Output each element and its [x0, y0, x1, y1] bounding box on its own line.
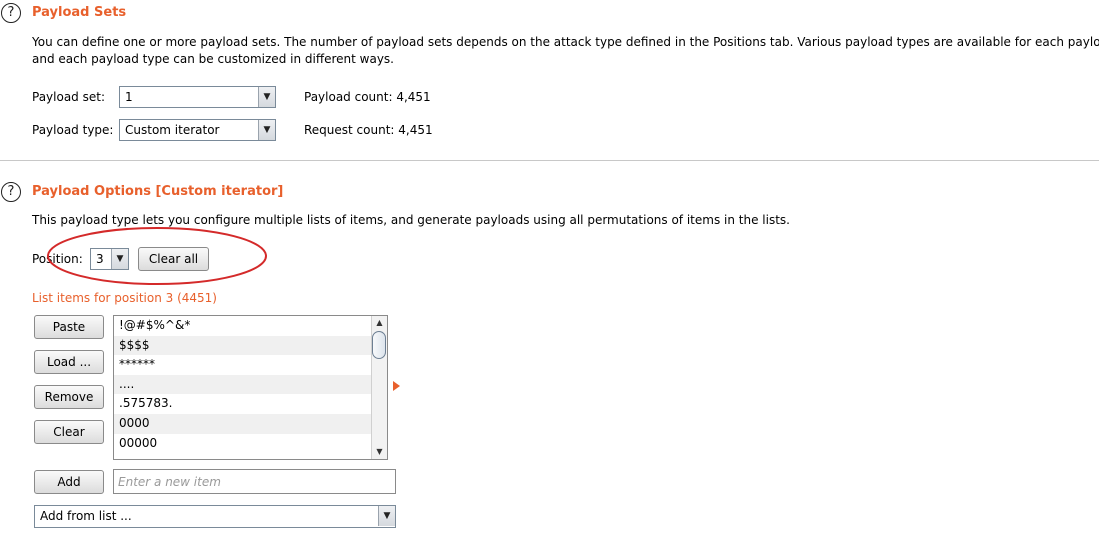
chevron-down-icon[interactable]: ▼	[378, 506, 395, 526]
payload-sets-description-line1: You can define one or more payload sets.…	[32, 35, 1099, 49]
payload-sets-description-line2: and each payload type can be customized …	[32, 52, 394, 66]
payload-type-value: Custom iterator	[125, 123, 220, 137]
payload-set-value: 1	[125, 90, 133, 104]
payload-count: Payload count: 4,451	[304, 90, 431, 104]
list-scrollbar[interactable]: ▲ ▼	[371, 316, 387, 459]
load-button[interactable]: Load ...	[34, 350, 104, 374]
intruder-payloads-panel: ? Payload Sets You can define one or mor…	[0, 0, 1099, 539]
scroll-up-icon[interactable]: ▲	[372, 316, 387, 330]
payload-set-select[interactable]: 1 ▼	[119, 86, 276, 108]
add-from-list-select[interactable]: Add from list ... ▼	[34, 505, 396, 528]
paste-button[interactable]: Paste	[34, 315, 104, 339]
list-items-label: List items for position 3 (4451)	[32, 291, 217, 305]
payload-set-label: Payload set:	[32, 90, 105, 104]
scrollbar-thumb[interactable]	[372, 331, 386, 359]
list-item[interactable]: 0000	[114, 413, 387, 434]
chevron-down-icon[interactable]: ▼	[258, 87, 275, 107]
list-item[interactable]: !@#$%^&*	[114, 316, 387, 336]
payload-type-select[interactable]: Custom iterator ▼	[119, 119, 276, 141]
list-item[interactable]: .575783.	[114, 394, 387, 414]
request-count: Request count: 4,451	[304, 123, 433, 137]
list-item[interactable]: $$$$	[114, 335, 387, 356]
scroll-down-icon[interactable]: ▼	[372, 445, 387, 459]
chevron-down-icon[interactable]: ▼	[258, 120, 275, 140]
remove-button[interactable]: Remove	[34, 385, 104, 409]
help-icon[interactable]: ?	[1, 3, 21, 23]
clear-button[interactable]: Clear	[34, 420, 104, 444]
list-item[interactable]: 00000	[114, 434, 387, 454]
add-button[interactable]: Add	[34, 470, 104, 494]
section-divider	[0, 160, 1099, 161]
help-icon[interactable]: ?	[1, 182, 21, 202]
payload-options-title: Payload Options [Custom iterator]	[32, 184, 284, 199]
expand-arrow-icon[interactable]	[393, 381, 400, 391]
annotation-ellipse	[47, 227, 267, 285]
payload-type-label: Payload type:	[32, 123, 114, 137]
new-item-input[interactable]	[113, 469, 396, 494]
list-item[interactable]: ******	[114, 355, 387, 375]
payload-sets-title: Payload Sets	[32, 5, 127, 20]
add-from-list-value: Add from list ...	[40, 509, 132, 523]
list-item[interactable]: ....	[114, 374, 387, 395]
payload-items-list[interactable]: !@#$%^&* $$$$ ****** .... .575783. 0000 …	[113, 315, 388, 460]
